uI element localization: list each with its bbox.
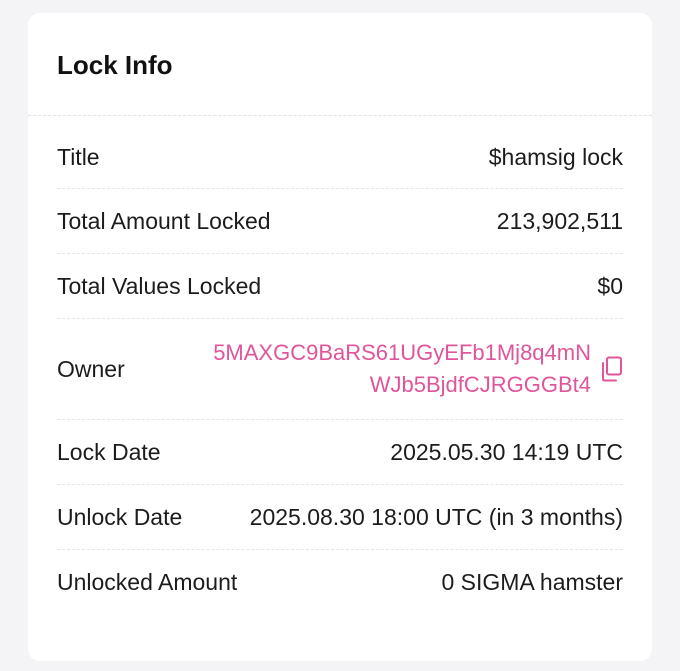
row-label-unlocked-amount: Unlocked Amount [57, 569, 238, 595]
row-value-title: $hamsig lock [488, 143, 623, 170]
row-value-lock-date: 2025.05.30 14:19 UTC [390, 438, 623, 465]
card-title: Lock Info [57, 50, 173, 80]
row-lock-date: Lock Date 2025.05.30 14:19 UTC [57, 420, 623, 485]
row-unlocked-amount: Unlocked Amount 0 SIGMA hamster [57, 550, 623, 615]
row-owner: Owner 5MAXGC9BaRS61UGyEFb1Mj8q4mN WJb5Bj… [57, 319, 623, 420]
owner-address-line-2: WJb5BjdfCJRGGGBt4 [369, 372, 591, 397]
row-total-amount-locked: Total Amount Locked 213,902,511 [57, 189, 623, 254]
row-total-values-locked: Total Values Locked $0 [57, 254, 623, 319]
row-label-total-values-locked: Total Values Locked [57, 272, 262, 299]
row-label-lock-date: Lock Date [57, 438, 161, 465]
row-unlock-date: Unlock Date 2025.08.30 18:00 UTC (in 3 m… [57, 485, 623, 550]
info-rows: Title $hamsig lock Total Amount Locked 2… [28, 116, 652, 615]
row-label-total-amount-locked: Total Amount Locked [57, 207, 271, 234]
row-value-total-values-locked: $0 [597, 272, 623, 299]
row-title: Title $hamsig lock [57, 116, 623, 189]
owner-value-group: 5MAXGC9BaRS61UGyEFb1Mj8q4mN WJb5BjdfCJRG… [213, 337, 623, 401]
row-label-unlock-date: Unlock Date [57, 503, 183, 530]
owner-address-link[interactable]: 5MAXGC9BaRS61UGyEFb1Mj8q4mN WJb5BjdfCJRG… [213, 337, 591, 401]
card-header: Lock Info [28, 13, 652, 116]
row-label-owner: Owner [57, 355, 125, 382]
row-label-title: Title [57, 143, 100, 170]
row-value-unlocked-amount: 0 SIGMA hamster [441, 569, 623, 595]
lock-info-card: Lock Info Title $hamsig lock Total Amoun… [28, 13, 652, 661]
copy-icon[interactable] [601, 356, 623, 382]
owner-address-line-1: 5MAXGC9BaRS61UGyEFb1Mj8q4mN [213, 340, 591, 365]
row-value-total-amount-locked: 213,902,511 [496, 207, 623, 234]
row-value-unlock-date: 2025.08.30 18:00 UTC (in 3 months) [249, 503, 623, 530]
